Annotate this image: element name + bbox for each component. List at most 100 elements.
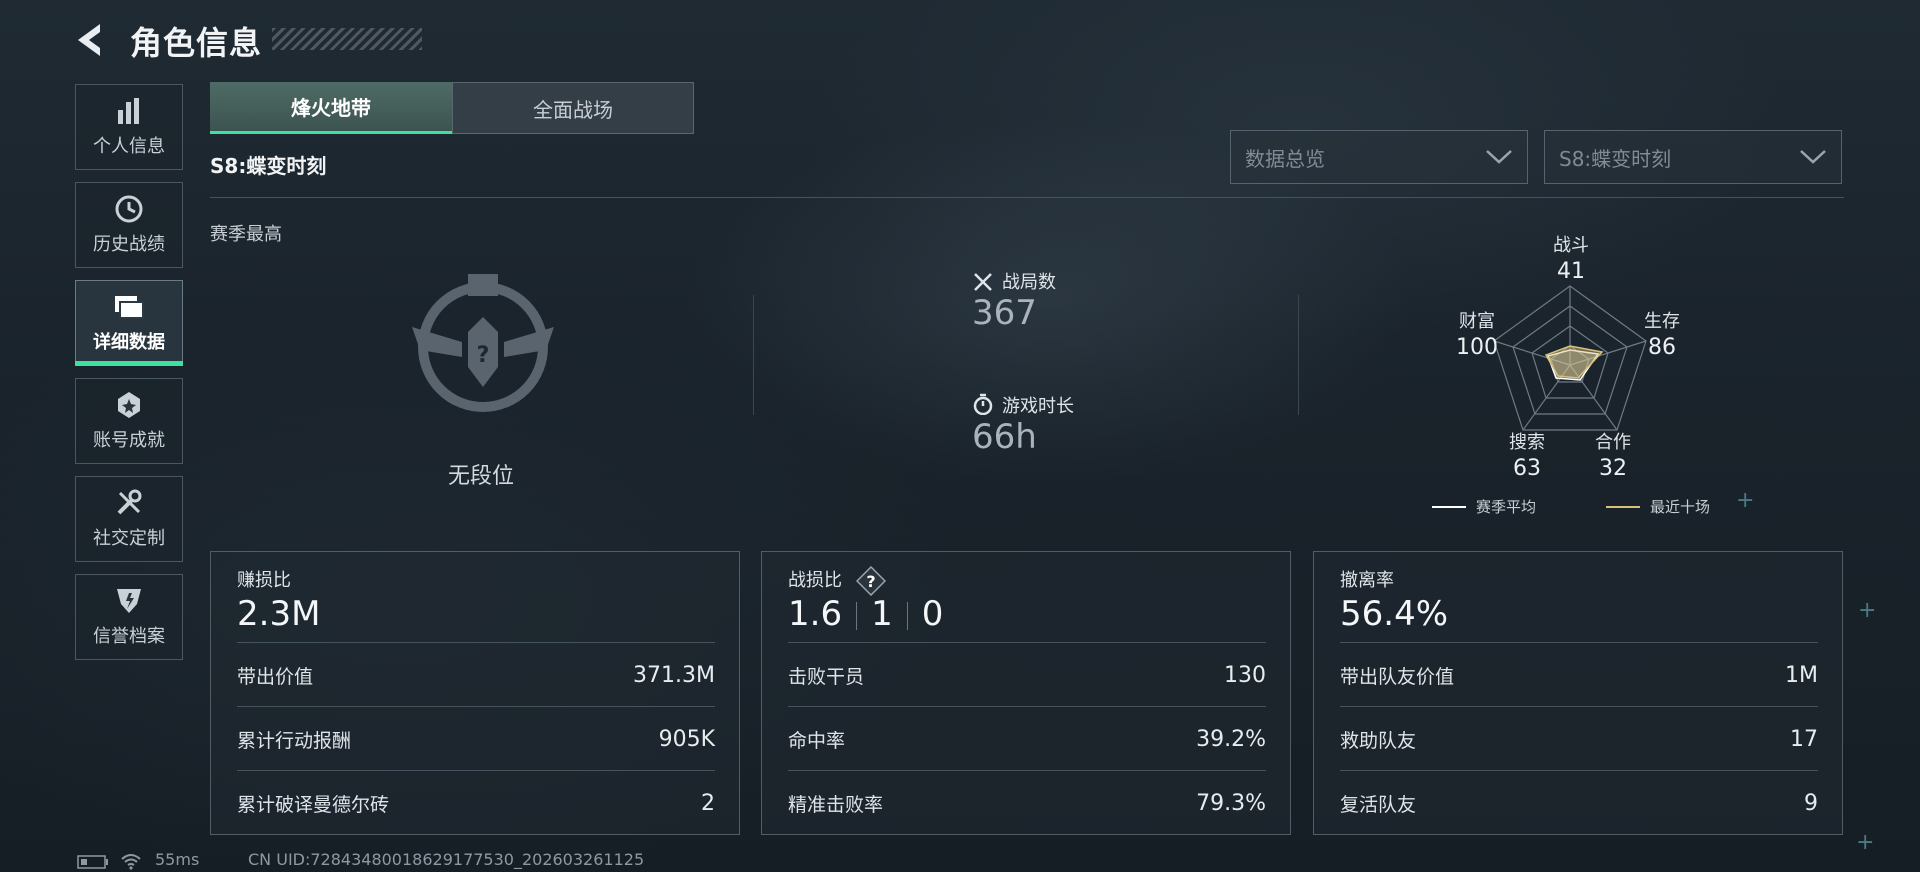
card-extract: 撤离率 56.4% 带出队友价值 1M 救助队友 17 复活队友 9 — [1313, 551, 1843, 835]
legend-season: 赛季平均 — [1476, 498, 1537, 516]
row-value: 79.3% — [1196, 790, 1266, 816]
sidebar-item-profile[interactable]: 个人信息 — [75, 84, 183, 170]
row-label: 累计破译曼德尔砖 — [237, 793, 390, 816]
row-value: 371.3M — [633, 662, 715, 688]
card-profit: 赚损比 2.3M 带出价值 371.3M 累计行动报酬 905K 累计破译曼德尔砖 2 — [210, 551, 740, 835]
season-dropdown[interactable]: S8:蝶变时刻 — [1544, 130, 1842, 184]
crosshair-decoration: + — [1856, 830, 1875, 855]
card-title: 赚损比 — [237, 570, 291, 591]
sidebar-item-label: 社交定制 — [93, 528, 165, 549]
svg-text:?: ? — [866, 572, 875, 591]
rank-emblem-icon: ? — [412, 274, 554, 412]
vertical-divider — [1298, 295, 1299, 415]
radar-label-survival: 生存 — [1644, 311, 1680, 332]
legend-line-season — [1432, 506, 1466, 508]
card-big-value: 56.4% — [1340, 594, 1449, 634]
sidebar-item-achievements[interactable]: 账号成就 — [75, 378, 183, 464]
row-value: 2 — [701, 790, 715, 816]
table-row: 击败干员 130 — [788, 642, 1266, 707]
page-title: 角色信息 — [130, 24, 263, 62]
season-title: S8:蝶变时刻 — [210, 154, 327, 178]
sidebar-item-credit[interactable]: 信誉档案 — [75, 574, 183, 660]
row-value: 905K — [658, 726, 715, 752]
table-row: 救助队友 17 — [1340, 706, 1818, 771]
medal-icon — [113, 390, 145, 420]
tab-fenghuo[interactable]: 烽火地带 — [210, 82, 452, 134]
row-label: 命中率 — [788, 729, 846, 752]
table-row: 累计行动报酬 905K — [237, 706, 715, 771]
row-label: 带出队友价值 — [1340, 665, 1455, 688]
card-kd: 战损比 ? 1.6 1 0 击败干员 130 命中率 39.2% 精准击败率 79.3% — [761, 551, 1291, 835]
season-best-label: 赛季最高 — [210, 224, 282, 245]
wrench-icon — [113, 488, 145, 518]
uid-text: CN UID:72843480018629177530_202603261125 — [248, 850, 645, 869]
tab-quanmian[interactable]: 全面战场 — [452, 82, 694, 134]
radar-label-search: 搜索 — [1509, 432, 1545, 453]
radar-label-combat: 战斗 — [1553, 235, 1589, 256]
row-value: 39.2% — [1196, 726, 1266, 752]
card-title-text: 战损比 — [788, 570, 842, 591]
back-arrow-icon[interactable] — [72, 20, 112, 60]
table-row: 精准击败率 79.3% — [788, 770, 1266, 835]
category-dropdown[interactable]: 数据总览 — [1230, 130, 1528, 184]
legend-recent: 最近十场 — [1650, 498, 1711, 516]
row-label: 救助队友 — [1340, 729, 1417, 752]
shield-icon — [113, 586, 145, 616]
row-value: 9 — [1804, 790, 1818, 816]
row-value: 130 — [1224, 662, 1266, 688]
radar-label-wealth: 财富 — [1459, 311, 1495, 332]
matches-label: 战局数 — [1002, 272, 1056, 293]
kd-kills: 1 — [871, 594, 893, 634]
row-label: 击败干员 — [788, 665, 865, 688]
battery-icon — [77, 855, 108, 869]
card-title: 撤离率 — [1340, 570, 1394, 591]
row-label: 精准击败率 — [788, 793, 884, 816]
kd-ratio: 1.6 — [788, 594, 843, 634]
radar-value-combat: 41 — [1557, 259, 1585, 284]
playtime-value: 66h — [972, 417, 1037, 457]
svg-text:?: ? — [477, 343, 490, 368]
radar-value-survival: 86 — [1648, 335, 1676, 360]
table-row: 命中率 39.2% — [788, 706, 1266, 771]
card-big-value: 1.6 1 0 — [788, 594, 943, 634]
chevron-down-icon — [1800, 150, 1826, 164]
table-row: 带出价值 371.3M — [237, 642, 715, 707]
divider — [210, 197, 1844, 198]
folder-icon — [113, 292, 145, 322]
sidebar-item-label: 信誉档案 — [93, 626, 165, 647]
row-label: 累计行动报酬 — [237, 729, 352, 752]
bar-chart-icon — [113, 96, 145, 126]
sidebar-item-label: 详细数据 — [93, 332, 165, 353]
sidebar-active-indicator — [75, 361, 183, 366]
ping-value: 55ms — [155, 850, 200, 869]
table-row: 累计破译曼德尔砖 2 — [237, 770, 715, 835]
table-row: 复活队友 9 — [1340, 770, 1818, 835]
stopwatch-icon — [973, 393, 993, 415]
crosshair-decoration: + — [1736, 488, 1755, 513]
chevron-down-icon — [1486, 150, 1512, 164]
kd-deaths: 0 — [921, 594, 944, 634]
radar-value-wealth: 100 — [1456, 335, 1498, 360]
category-dropdown-value: 数据总览 — [1245, 146, 1325, 171]
sidebar-item-label: 个人信息 — [93, 136, 165, 157]
row-label: 复活队友 — [1340, 793, 1417, 816]
sidebar-item-detail[interactable]: 详细数据 — [75, 280, 183, 366]
crossed-swords-icon — [974, 273, 992, 291]
radar-label-teamwork: 合作 — [1595, 432, 1631, 453]
card-title: 战损比 ? — [788, 565, 886, 597]
title-decoration — [272, 28, 422, 50]
radar-chart — [1493, 285, 1647, 431]
sidebar-item-label: 账号成就 — [93, 430, 165, 451]
sidebar-item-social[interactable]: 社交定制 — [75, 476, 183, 562]
playtime-label: 游戏时长 — [1002, 396, 1074, 417]
legend-line-recent — [1606, 506, 1640, 508]
crosshair-decoration: + — [1858, 598, 1877, 623]
card-big-value: 2.3M — [237, 594, 321, 634]
vertical-divider — [753, 295, 754, 415]
radar-value-search: 63 — [1513, 456, 1541, 481]
row-value: 17 — [1790, 726, 1818, 752]
wifi-icon — [121, 854, 141, 870]
help-icon[interactable]: ? — [855, 565, 886, 597]
rank-label: 无段位 — [447, 464, 514, 489]
sidebar-item-history[interactable]: 历史战绩 — [75, 182, 183, 268]
